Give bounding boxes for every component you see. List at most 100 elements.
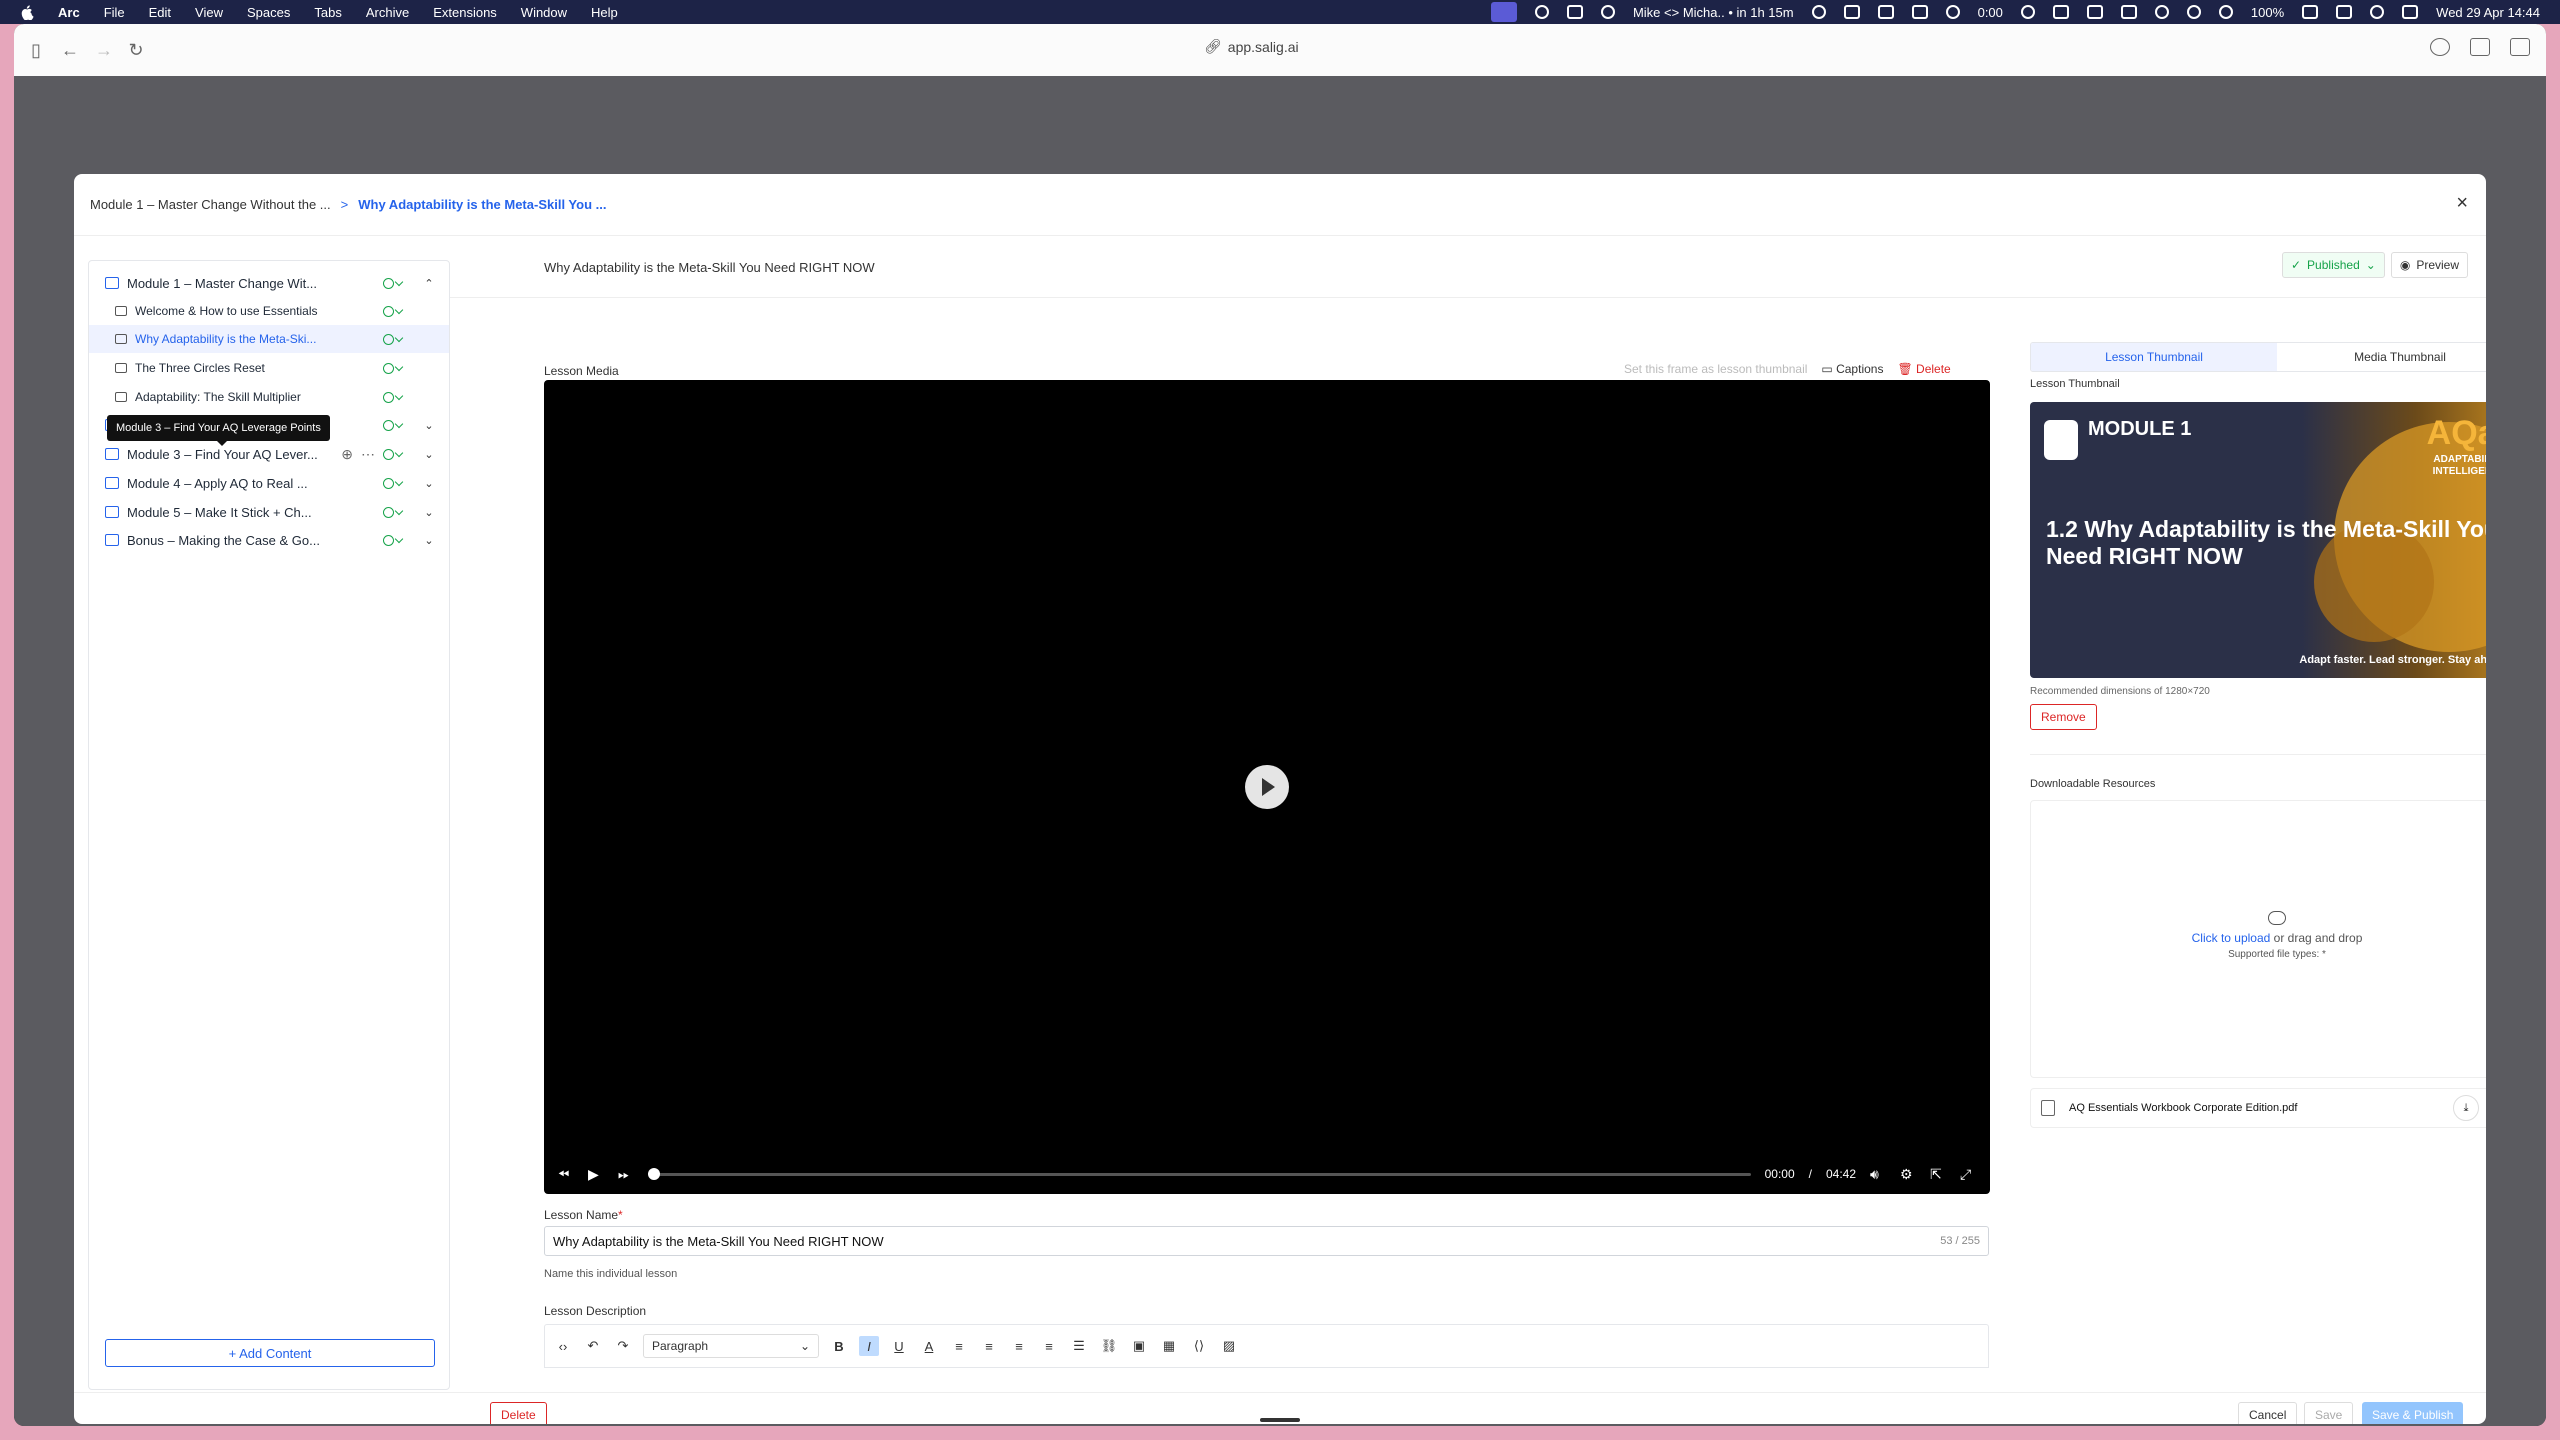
code-view-icon[interactable]: ‹› (553, 1336, 573, 1356)
underline-icon[interactable]: U (889, 1336, 909, 1356)
popout-icon[interactable]: ⇱ (1930, 1167, 1946, 1181)
download-icon[interactable]: ⤓ (2453, 1095, 2479, 1121)
tab-lesson-thumbnail[interactable]: Lesson Thumbnail (2031, 343, 2277, 371)
status-check-icon[interactable] (383, 305, 409, 317)
bullet-list-icon[interactable]: ☰ (1069, 1336, 1089, 1356)
video-progress-bar[interactable] (648, 1167, 1751, 1180)
tree-module-5[interactable]: Module 5 – Make It Stick + Ch... ⌄ (89, 498, 449, 526)
menu-spaces[interactable]: Spaces (247, 5, 290, 20)
chat-icon[interactable] (2020, 5, 2035, 19)
align-justify-icon[interactable]: ≡ (1039, 1336, 1059, 1356)
breadcrumb-parent[interactable]: Module 1 – Master Change Without the ... (90, 197, 331, 212)
status-check-icon[interactable] (383, 362, 409, 374)
menu-edit[interactable]: Edit (149, 5, 171, 20)
video-player[interactable]: ⏪︎ ▶︎ ⏩︎ 00:00 / 04:42 🔊︎ ⚙︎ ⇱ ⤢ (544, 380, 1990, 1194)
published-dropdown[interactable]: ✓ Published ⌄ (2281, 252, 2385, 278)
sync-icon[interactable] (1811, 5, 1826, 19)
stats-icon[interactable] (1566, 5, 1583, 19)
close-icon[interactable]: × (2456, 192, 2468, 215)
play-overlay-icon[interactable] (1245, 765, 1289, 809)
back-icon[interactable]: ← (58, 38, 82, 62)
tree-lesson-skill-multiplier[interactable]: Adaptability: The Skill Multiplier (89, 383, 449, 411)
chevron-down-icon[interactable]: ⌄ (417, 506, 441, 519)
rewind-icon[interactable]: ⏪︎ (558, 1167, 574, 1181)
screen-share-icon[interactable] (1490, 2, 1517, 22)
bluetooth-icon[interactable] (1877, 5, 1894, 19)
grid-icon[interactable] (2086, 5, 2103, 19)
set-thumbnail-button[interactable]: Set this frame as lesson thumbnail (1624, 362, 1807, 376)
italic-icon[interactable]: I (859, 1336, 879, 1356)
search-status-icon[interactable] (1534, 5, 1549, 19)
status-check-icon[interactable] (383, 534, 409, 546)
lesson-name-input[interactable]: Why Adaptability is the Meta-Skill You N… (544, 1226, 1989, 1256)
battery-percent[interactable]: 100% (2251, 5, 2284, 20)
sidebar-toggle-icon[interactable]: ▯ (24, 38, 48, 62)
git-icon[interactable] (1911, 5, 1928, 19)
click-to-upload-link[interactable]: Click to upload (2192, 931, 2271, 945)
table-icon[interactable]: ▦ (1159, 1336, 1179, 1356)
calendar-event[interactable]: Mike <> Micha.. • in 1h 15m (1633, 5, 1794, 20)
sun-icon[interactable] (1600, 5, 1615, 19)
align-center-icon[interactable]: ≡ (979, 1336, 999, 1356)
timer-value[interactable]: 0:00 (1978, 5, 2003, 20)
remove-thumbnail-button[interactable]: Remove (2030, 704, 2097, 730)
align-right-icon[interactable]: ≡ (1009, 1336, 1029, 1356)
status-check-icon[interactable] (383, 419, 409, 431)
window-resize-handle[interactable] (1260, 1418, 1300, 1422)
status-check-icon[interactable] (383, 477, 409, 489)
menu-help[interactable]: Help (591, 5, 618, 20)
chevron-down-icon[interactable]: ⌄ (417, 534, 441, 547)
status-check-icon[interactable] (383, 391, 409, 403)
preview-button[interactable]: ◉ Preview (2390, 252, 2468, 278)
tree-module-bonus[interactable]: Bonus – Making the Case & Go... ⌄ (89, 526, 449, 554)
bookmark-icon[interactable] (2120, 5, 2137, 19)
volume-icon[interactable]: 🔊︎ (1870, 1167, 1886, 1181)
chevron-down-icon[interactable]: ⌄ (417, 477, 441, 490)
wifi-off-icon[interactable] (2336, 5, 2353, 19)
redo-icon[interactable]: ↷ (613, 1336, 633, 1356)
save-publish-button[interactable]: Save & Publish (2362, 1402, 2464, 1424)
chevron-down-icon[interactable]: ⌄ (417, 419, 441, 432)
play-icon[interactable]: ▶︎ (588, 1167, 604, 1181)
datetime[interactable]: Wed 29 Apr 14:44 (2436, 5, 2540, 20)
menu-window[interactable]: Window (521, 5, 567, 20)
apple-icon[interactable] (20, 4, 34, 20)
tab-media-thumbnail[interactable]: Media Thumbnail (2277, 343, 2486, 371)
tree-lesson-welcome[interactable]: Welcome & How to use Essentials (89, 297, 449, 325)
forward-icon[interactable]: → (92, 38, 116, 62)
spotlight-icon[interactable] (2370, 5, 2385, 19)
moon-icon[interactable] (2154, 5, 2169, 19)
tree-lesson-why-adaptability[interactable]: Why Adaptability is the Meta-Ski... (89, 325, 449, 353)
settings-icon[interactable]: ⚙︎ (1900, 1167, 1916, 1181)
tree-module-3[interactable]: Module 3 – Find Your AQ Lever... ⊕ ⋯ ⌄ (89, 440, 449, 468)
menu-app-name[interactable]: Arc (58, 5, 80, 20)
play-circle-icon[interactable] (2186, 5, 2201, 19)
tree-module-4[interactable]: Module 4 – Apply AQ to Real ... ⌄ (89, 469, 449, 497)
add-circle-icon[interactable]: ⊕ (341, 446, 353, 463)
timer-icon[interactable] (1945, 5, 1960, 19)
more-icon[interactable]: ⋯ (361, 446, 375, 463)
status-check-icon[interactable] (383, 506, 409, 518)
menu-view[interactable]: View (195, 5, 223, 20)
tree-module-1[interactable]: Module 1 – Master Change Wit... ⌃ (89, 269, 449, 297)
status-check-icon[interactable] (383, 277, 409, 289)
menu-extensions[interactable]: Extensions (433, 5, 497, 20)
reader-icon[interactable] (2470, 38, 2490, 56)
code-block-icon[interactable]: ⟨⟩ (1189, 1336, 1209, 1356)
paragraph-select[interactable]: Paragraph ⌄ (643, 1334, 819, 1358)
add-content-button[interactable]: + Add Content (105, 1339, 435, 1367)
fullscreen-icon[interactable]: ⤢ (1960, 1167, 1976, 1181)
delete-media-button[interactable]: 🗑︎ Delete (1897, 362, 1950, 376)
image-icon[interactable]: ▨ (1219, 1336, 1239, 1356)
status-check-icon[interactable] (383, 448, 409, 460)
cancel-button[interactable]: Cancel (2238, 1402, 2298, 1424)
undo-icon[interactable]: ↶ (583, 1336, 603, 1356)
save-button[interactable]: Save (2304, 1402, 2354, 1424)
fast-forward-icon[interactable]: ⏩︎ (618, 1167, 634, 1181)
align-left-icon[interactable]: ≡ (949, 1336, 969, 1356)
reload-icon[interactable]: ↻ (124, 38, 148, 62)
embed-icon[interactable]: ▣ (1129, 1336, 1149, 1356)
chevron-up-icon[interactable]: ⌃ (417, 277, 441, 290)
bold-icon[interactable]: B (829, 1336, 849, 1356)
arrows-icon[interactable] (1843, 5, 1860, 19)
